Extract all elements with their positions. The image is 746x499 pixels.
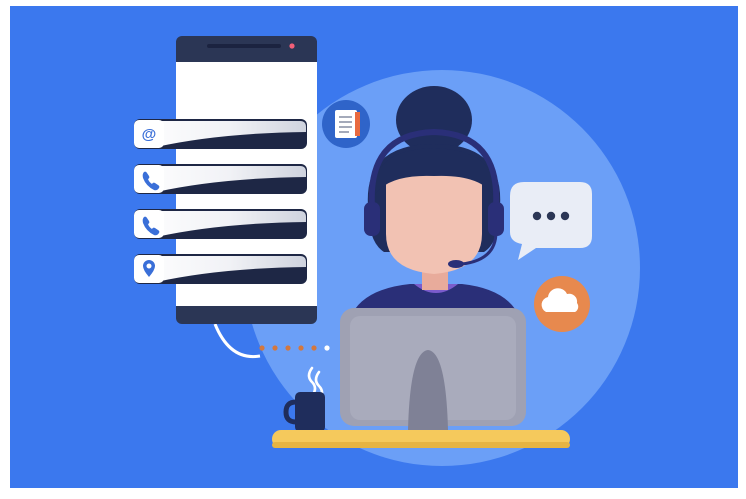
typing-dot [532,211,542,221]
contact-field-phone-1[interactable] [134,164,307,194]
support-illustration: @ [10,6,738,488]
contact-field-location[interactable] [134,254,307,284]
contact-field-email[interactable]: @ [134,119,307,149]
notebook-badge [322,100,370,148]
phone-speaker [207,44,281,48]
monitor [340,308,526,430]
contact-field-phone-2[interactable] [134,209,307,239]
notebook-icon [335,110,357,138]
cloud-badge [534,276,590,332]
phone-camera [289,43,295,49]
typing-dot [546,211,556,221]
typing-dot [560,211,570,221]
at-icon: @ [142,126,157,143]
